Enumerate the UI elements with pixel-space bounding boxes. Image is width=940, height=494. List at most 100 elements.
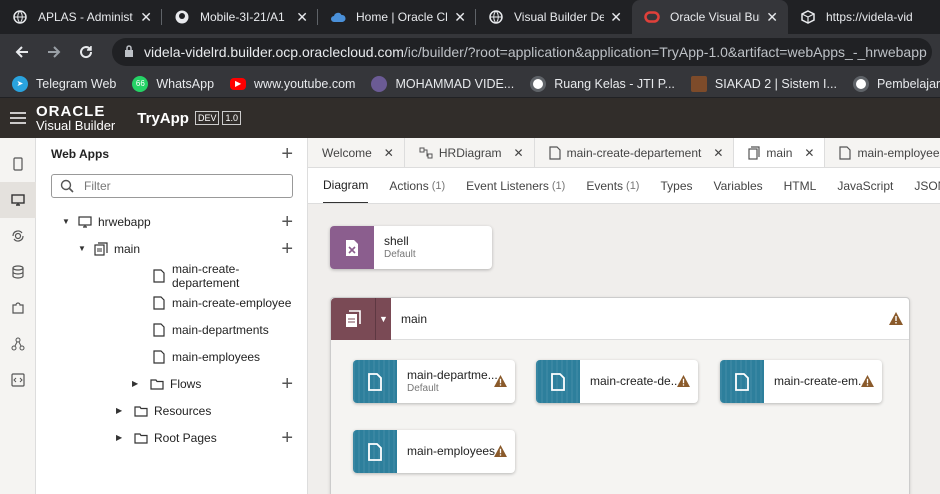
browser-tab-title: Mobile-3I-21/A1 bbox=[200, 10, 285, 24]
tree-node-page[interactable]: main-departments bbox=[36, 316, 307, 343]
reload-icon[interactable] bbox=[72, 38, 100, 66]
web-apps-icon[interactable] bbox=[0, 182, 36, 218]
mobile-apps-icon[interactable] bbox=[0, 146, 36, 182]
caret-right-icon[interactable]: ▶ bbox=[132, 379, 144, 388]
bookmark-siakad[interactable]: SIAKAD 2 | Sistem I... bbox=[690, 75, 837, 92]
close-icon[interactable]: ✕ bbox=[514, 146, 524, 160]
bookmark-whatsapp[interactable]: 66 WhatsApp bbox=[132, 75, 214, 92]
caret-down-icon[interactable]: ▼ bbox=[78, 244, 90, 253]
search-icon bbox=[60, 179, 74, 193]
url-path: /ic/builder/?root=application&applicatio… bbox=[403, 44, 927, 60]
editor-tab-welcome[interactable]: Welcome ✕ bbox=[308, 138, 405, 167]
tree-node-main[interactable]: ▼ main + bbox=[36, 235, 307, 262]
add-root-page-button[interactable]: + bbox=[281, 428, 293, 448]
page-node[interactable]: main-employees bbox=[353, 430, 515, 473]
page-node[interactable]: main-create-de... bbox=[536, 360, 698, 403]
close-tab-icon[interactable]: ✕ bbox=[296, 9, 308, 26]
add-web-app-button[interactable]: + bbox=[281, 144, 293, 164]
services-icon[interactable] bbox=[0, 218, 36, 254]
browser-tab[interactable]: https://videla-vid bbox=[788, 0, 940, 34]
bookmark-telegram[interactable]: ➤ Telegram Web bbox=[12, 75, 116, 92]
url-bar[interactable]: videla-videlrd.builder.ocp.oraclecloud.c… bbox=[112, 38, 932, 66]
add-flow-button[interactable]: + bbox=[281, 374, 293, 394]
bookmark-pembelajaran[interactable]: Pembelajaran Darin bbox=[852, 75, 940, 92]
add-page-button[interactable]: + bbox=[281, 239, 293, 259]
close-icon[interactable]: ✕ bbox=[804, 146, 814, 160]
lock-icon bbox=[124, 44, 134, 60]
page-node[interactable]: main-departme... Default bbox=[353, 360, 515, 403]
browser-tab-active[interactable]: Oracle Visual Buil ✕ bbox=[632, 0, 788, 34]
flow-main-container[interactable]: ▼ main main-departme... Default main-crea… bbox=[330, 297, 910, 494]
close-tab-icon[interactable]: ✕ bbox=[140, 9, 152, 26]
caret-right-icon[interactable]: ▶ bbox=[116, 433, 128, 442]
editor-tab-main-employees[interactable]: main-employees✕ bbox=[825, 138, 940, 167]
browser-tab-title: Home | Oracle Cl bbox=[356, 10, 448, 24]
filter-input[interactable]: Filter bbox=[51, 174, 293, 198]
components-icon[interactable] bbox=[0, 290, 36, 326]
flow-icon bbox=[94, 241, 108, 256]
tab-variables[interactable]: Variables bbox=[714, 168, 763, 203]
app-name[interactable]: TryApp bbox=[137, 110, 189, 127]
globe-icon bbox=[488, 9, 504, 25]
diagram-canvas[interactable]: shell Default ▼ main main-departme... Defa… bbox=[308, 204, 940, 494]
warning-icon bbox=[494, 374, 507, 387]
close-icon[interactable]: ✕ bbox=[384, 146, 394, 160]
page-icon bbox=[353, 360, 397, 403]
editor-tab-main[interactable]: main ✕ bbox=[734, 138, 826, 167]
tree-node-page[interactable]: main-create-employee bbox=[36, 289, 307, 316]
folder-icon bbox=[134, 432, 148, 444]
tree-node-page[interactable]: main-employees bbox=[36, 343, 307, 370]
shell-node[interactable]: shell Default bbox=[330, 226, 492, 269]
page-node[interactable]: main-create-em... bbox=[720, 360, 882, 403]
forward-icon[interactable] bbox=[40, 38, 68, 66]
siakad-logo-icon bbox=[690, 75, 707, 92]
browser-tab[interactable]: APLAS - Administ ✕ bbox=[0, 0, 162, 34]
tree-node-resources[interactable]: ▶ Resources bbox=[36, 397, 307, 424]
caret-down-icon[interactable]: ▼ bbox=[62, 217, 74, 226]
flow-collapse-button[interactable]: ▼ bbox=[375, 297, 391, 340]
close-tab-icon[interactable]: ✕ bbox=[766, 9, 778, 26]
designer-sub-tabs: Diagram Actions (1) Event Listeners (1) Ev… bbox=[308, 168, 940, 204]
back-icon[interactable] bbox=[8, 38, 36, 66]
cloud-icon bbox=[330, 9, 346, 25]
editor-tab-create-departement[interactable]: main-create-departement ✕ bbox=[535, 138, 735, 167]
bookmark-youtube[interactable]: ▶ www.youtube.com bbox=[230, 77, 355, 91]
browser-tab-strip: APLAS - Administ ✕ Mobile-3I-21/A1 ✕ Hom… bbox=[0, 0, 940, 34]
source-icon[interactable] bbox=[0, 362, 36, 398]
close-icon[interactable]: ✕ bbox=[713, 146, 723, 160]
tree-node-hrwebapp[interactable]: ▼ hrwebapp + bbox=[36, 208, 307, 235]
tab-actions[interactable]: Actions (1) bbox=[389, 168, 445, 203]
caret-right-icon[interactable]: ▶ bbox=[116, 406, 128, 415]
browser-tab[interactable]: Home | Oracle Cl ✕ bbox=[318, 0, 476, 34]
tab-javascript[interactable]: JavaScript bbox=[837, 168, 893, 203]
oracle-logo: ORACLE Visual Builder bbox=[36, 103, 116, 133]
processes-icon[interactable] bbox=[0, 326, 36, 362]
bookmark-ruang-kelas[interactable]: Ruang Kelas - JTI P... bbox=[530, 75, 675, 92]
tab-diagram[interactable]: Diagram bbox=[323, 168, 369, 203]
tree-node-root-pages[interactable]: ▶ Root Pages + bbox=[36, 424, 307, 451]
browser-tab[interactable]: Visual Builder De ✕ bbox=[476, 0, 632, 34]
menu-icon[interactable] bbox=[0, 112, 36, 124]
flow-name: main bbox=[401, 311, 428, 326]
close-tab-icon[interactable]: ✕ bbox=[610, 9, 622, 26]
navigator-title: Web Apps bbox=[51, 147, 110, 161]
tab-html[interactable]: HTML bbox=[784, 168, 817, 203]
tab-json[interactable]: JSON bbox=[914, 168, 940, 203]
page-icon bbox=[153, 349, 165, 364]
tree-node-page[interactable]: main-create-departement bbox=[36, 262, 307, 290]
tab-event-listeners[interactable]: Event Listeners (1) bbox=[466, 168, 565, 203]
tab-events[interactable]: Events (1) bbox=[586, 168, 639, 203]
business-objects-icon[interactable] bbox=[0, 254, 36, 290]
browser-tab[interactable]: Mobile-3I-21/A1 ✕ bbox=[162, 0, 318, 34]
page-node-name: main-employees bbox=[407, 445, 496, 458]
warning-icon bbox=[494, 444, 507, 457]
tab-types[interactable]: Types bbox=[660, 168, 692, 203]
tree-node-flows[interactable]: ▶ Flows + bbox=[36, 370, 307, 397]
folder-icon bbox=[150, 378, 164, 390]
add-flow-button[interactable]: + bbox=[281, 212, 293, 232]
close-tab-icon[interactable]: ✕ bbox=[454, 9, 466, 26]
editor-tab-hrdiagram[interactable]: HRDiagram ✕ bbox=[405, 138, 535, 167]
browser-tab-title: Visual Builder De bbox=[514, 10, 605, 24]
browser-tab-title: https://videla-vid bbox=[826, 10, 913, 24]
bookmark-profile[interactable]: MOHAMMAD VIDE... bbox=[371, 75, 514, 92]
